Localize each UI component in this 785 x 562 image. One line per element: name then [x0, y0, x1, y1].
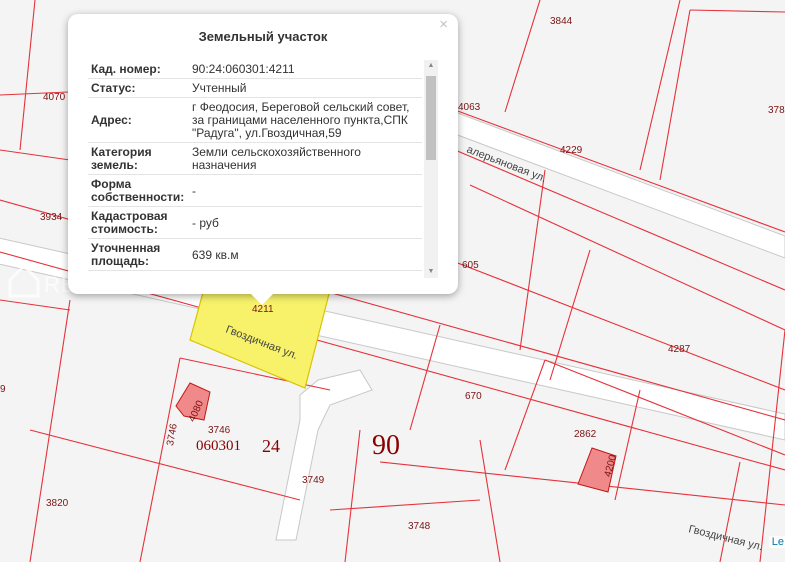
table-row: Категория земель: Земли сельскохозяйстве…: [88, 142, 422, 175]
plot-number: 3746: [208, 425, 231, 436]
table-row: Уточненная площадь: 639 кв.м: [88, 238, 422, 271]
plot-number: 3749: [302, 475, 325, 486]
scrollbar-thumb[interactable]: [426, 76, 436, 160]
attribute-key: Уточненная площадь:: [88, 238, 189, 271]
plot-number: 378: [768, 105, 785, 116]
cadastral-kvartal-label: 060301: [196, 438, 241, 454]
attribute-value: Учтенный: [189, 78, 422, 98]
attribute-key: Кадастровая стоимость:: [88, 206, 189, 239]
plot-number: 3844: [550, 16, 573, 27]
table-row: Адрес: г Феодосия, Береговой сельский со…: [88, 97, 422, 143]
plot-number: 670: [465, 391, 482, 402]
parcel-info-popup: × Земельный участок Кад. номер: 90:24:06…: [68, 14, 458, 294]
popup-scrollbar[interactable]: ▲ ▼: [424, 60, 438, 278]
attribute-key: Категория земель:: [88, 142, 189, 175]
table-row: Статус: Учтенный: [88, 78, 422, 98]
popup-pointer: [248, 291, 276, 305]
plot-number: 3820: [46, 498, 69, 509]
cadastral-zone-label: 24: [262, 436, 280, 456]
plot-number: 4063: [458, 102, 481, 113]
popup-title: Земельный участок: [198, 29, 328, 44]
scroll-down-arrow-icon[interactable]: ▼: [424, 266, 438, 278]
attributes-table: Кад. номер: 90:24:060301:4211 Статус: Уч…: [88, 60, 422, 271]
plot-number: 4211: [252, 304, 274, 315]
attribute-value: Земли сельскохозяйственного назначения: [189, 142, 422, 175]
plot-number: 9: [0, 384, 6, 395]
popup-content[interactable]: Кад. номер: 90:24:060301:4211 Статус: Уч…: [88, 60, 438, 278]
table-row: Кад. номер: 90:24:060301:4211: [88, 60, 422, 79]
attribute-value: 90:24:060301:4211: [189, 60, 422, 79]
plot-number: 3934: [40, 212, 63, 223]
attribute-value: г Феодосия, Береговой сельский совет, за…: [189, 97, 422, 143]
attribute-value: -: [189, 174, 422, 207]
plot-number: 3748: [408, 521, 431, 532]
plot-number: 4070: [43, 92, 66, 103]
cadastral-region-label: 90: [372, 430, 400, 461]
scroll-up-arrow-icon[interactable]: ▲: [424, 60, 438, 72]
plot-number: 4287: [668, 344, 691, 355]
plot-number: 605: [462, 260, 479, 271]
plot-number: 2862: [574, 429, 597, 440]
attribute-key: Адрес:: [88, 97, 189, 143]
table-row: Форма собственности: -: [88, 174, 422, 207]
plot-number: 4229: [560, 145, 583, 156]
attribute-key: Статус:: [88, 78, 189, 98]
map-attribution-link[interactable]: Le: [768, 536, 785, 548]
attribute-value: - руб: [189, 206, 422, 239]
attribute-value: 639 кв.м: [189, 238, 422, 271]
attribute-key: Кад. номер:: [88, 60, 189, 79]
attribute-key: Форма собственности:: [88, 174, 189, 207]
table-row: Кадастровая стоимость: - руб: [88, 206, 422, 239]
